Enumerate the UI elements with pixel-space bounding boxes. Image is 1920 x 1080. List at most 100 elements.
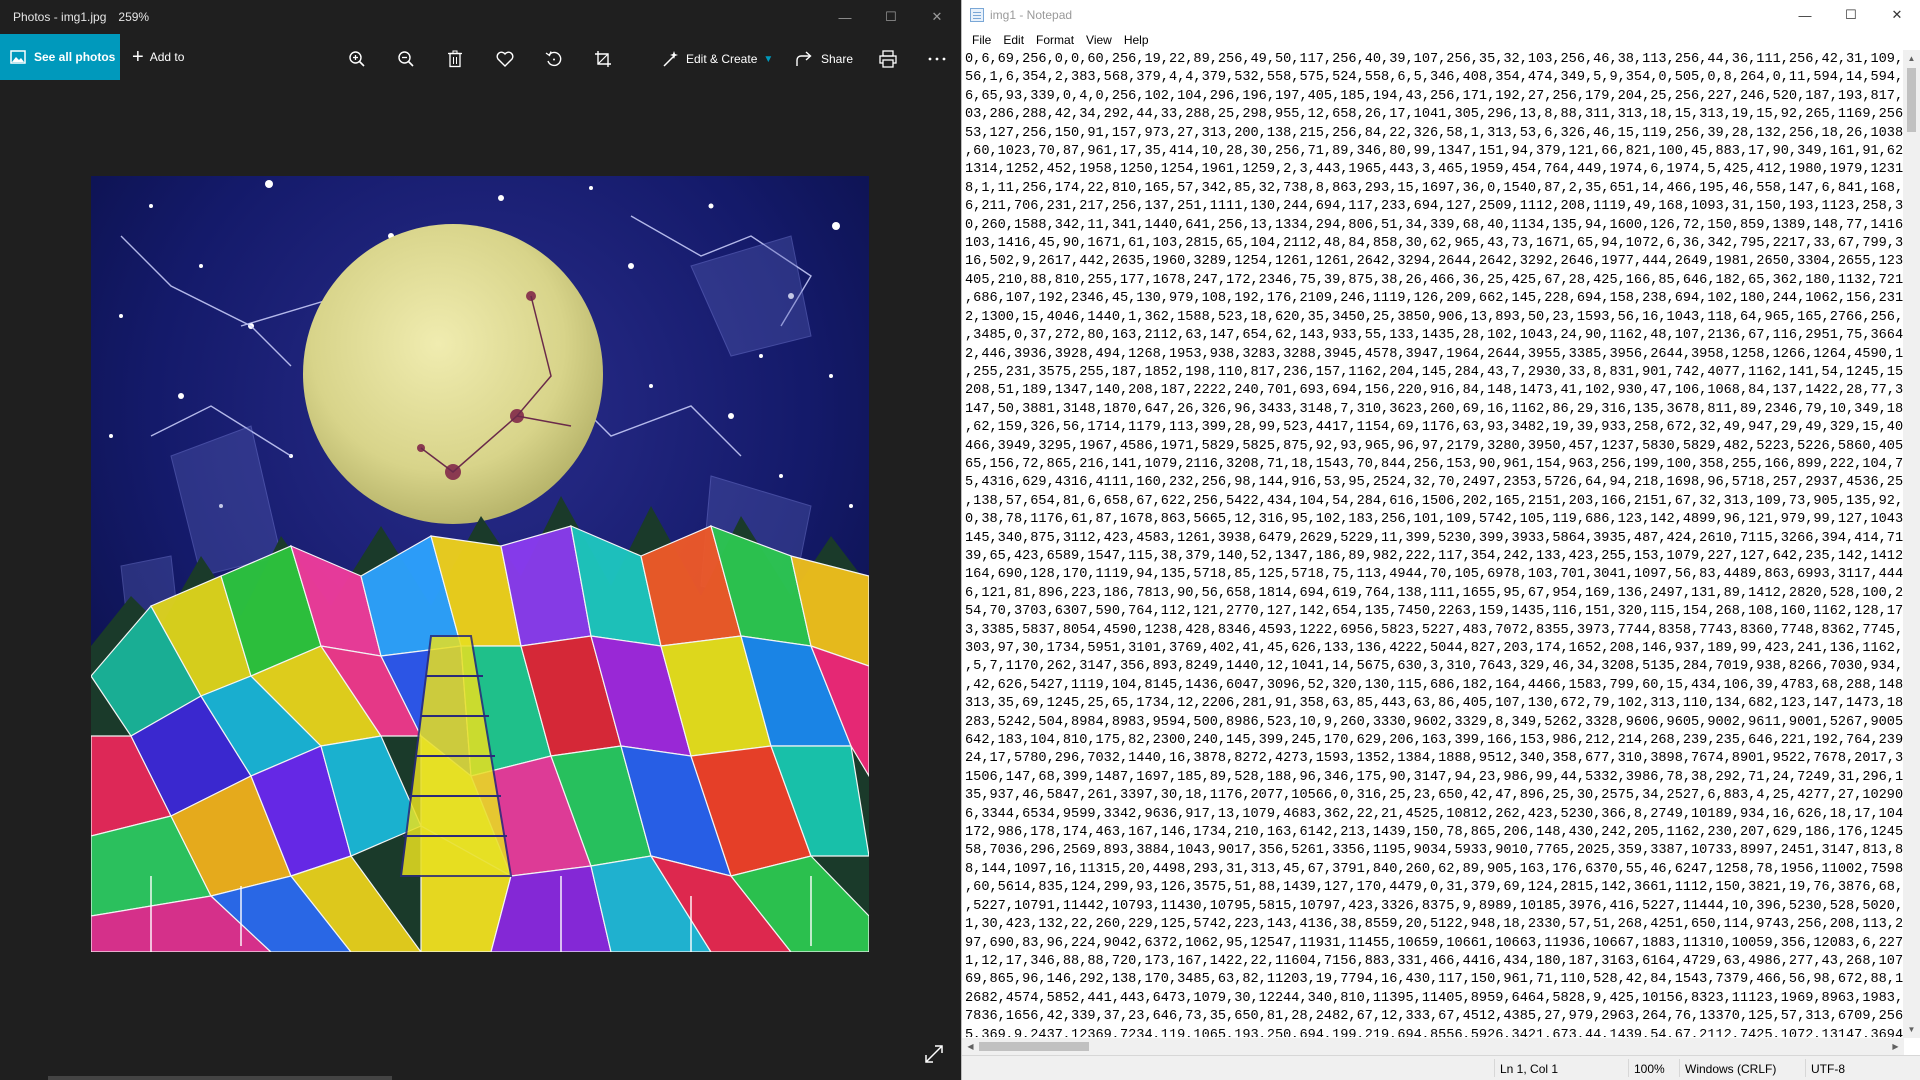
text-line: ,60,1023,70,87,961,17,35,414,10,28,30,25… (965, 144, 1903, 160)
text-line: ,5227,10791,11442,10793,11430,10795,5815… (965, 898, 1903, 914)
text-line: 147,50,3881,3148,1870,647,26,326,96,3433… (965, 401, 1903, 417)
share-label: Share (821, 52, 854, 66)
share-button[interactable]: Share (796, 46, 853, 72)
text-line: 1,30,423,132,22,260,229,125,5742,223,143… (965, 917, 1903, 933)
add-to-label: Add to (149, 50, 185, 64)
scroll-left-icon[interactable]: ◀ (962, 1038, 979, 1055)
text-line: 03,286,288,42,34,292,44,33,288,25,298,95… (965, 107, 1903, 123)
text-line: ,255,231,3575,255,187,1852,198,110,817,2… (965, 364, 1903, 380)
filmstrip-indicator (48, 1076, 392, 1080)
text-line: 283,5242,504,8984,8983,9594,500,8986,523… (965, 714, 1903, 730)
plus-icon: + (132, 45, 144, 68)
notepad-app-icon (970, 8, 984, 22)
horizontal-scroll-thumb[interactable] (979, 1042, 1089, 1051)
minimize-icon[interactable]: — (1782, 0, 1828, 30)
menu-format[interactable]: Format (1030, 33, 1080, 47)
text-line: 313,35,69,1245,25,65,1734,12,2206,281,91… (965, 696, 1903, 712)
edit-create-label: Edit & Create (686, 52, 758, 66)
scroll-down-icon[interactable]: ▼ (1903, 1021, 1920, 1038)
text-line: 16,502,9,2617,442,2635,1960,3289,1254,12… (965, 254, 1903, 270)
text-line: 39,65,423,6589,1547,115,38,379,140,52,13… (965, 548, 1903, 564)
text-line: 97,690,83,96,224,9042,6372,1062,95,12547… (965, 935, 1903, 951)
delete-icon[interactable] (442, 46, 468, 72)
text-line: 164,690,128,170,1119,94,135,5718,85,125,… (965, 567, 1903, 583)
cursor-position: Ln 1, Col 1 (1500, 1062, 1559, 1076)
menu-edit[interactable]: Edit (997, 33, 1030, 47)
text-line: 642,183,104,810,175,82,2300,240,145,399,… (965, 733, 1903, 749)
text-line: 303,97,30,1734,5951,3101,3769,402,41,45,… (965, 641, 1903, 656)
see-all-photos-label: See all photos (34, 50, 116, 64)
text-line: ,3485,0,37,272,80,163,2112,63,147,654,62… (965, 328, 1903, 344)
text-line: ,138,57,654,81,6,658,67,622,256,5422,434… (965, 493, 1903, 509)
text-line: 172,986,178,174,463,167,146,1734,210,163… (965, 825, 1903, 841)
text-line: 5,369,9,2437,12369,7234,119,1065,193,250… (965, 1027, 1903, 1037)
text-line: 0,38,78,1176,61,87,1678,863,5665,12,316,… (965, 512, 1903, 528)
text-line: 56,1,6,354,2,383,568,379,4,4,379,532,558… (965, 70, 1903, 86)
fullscreen-expand-icon[interactable] (922, 1042, 946, 1066)
zoom-out-icon[interactable] (393, 46, 419, 72)
menu-help[interactable]: Help (1118, 33, 1155, 47)
text-line: 5,4316,629,4316,4111,160,232,256,98,144,… (965, 475, 1903, 491)
text-line: 65,156,72,865,216,141,1079,2116,3208,71,… (965, 456, 1903, 472)
line-ending: Windows (CRLF) (1685, 1062, 1777, 1076)
text-line: 6,65,93,339,0,4,0,256,102,104,296,196,19… (965, 88, 1903, 104)
notepad-status-bar: Ln 1, Col 1 100% Windows (CRLF) UTF-8 (962, 1055, 1920, 1080)
text-line: 0,260,1588,342,11,341,1440,641,256,13,13… (965, 217, 1903, 233)
zoom-in-icon[interactable] (344, 46, 370, 72)
text-line: ,686,107,192,2346,45,130,979,108,192,176… (965, 291, 1903, 307)
text-line: 69,865,96,146,292,138,170,3485,63,82,112… (965, 972, 1903, 988)
add-to-button[interactable]: + Add to (132, 46, 184, 69)
rotate-icon[interactable] (541, 46, 567, 72)
text-line: 3,3385,5837,8054,4590,1238,428,8346,4593… (965, 622, 1903, 638)
text-line: 6,211,706,231,217,256,137,251,1111,130,2… (965, 199, 1903, 215)
text-line: 7836,1656,42,339,37,23,646,73,35,650,81,… (965, 1009, 1903, 1025)
night-sky-moon-mountains-image (91, 176, 869, 952)
text-line: ,5,7,1170,262,3147,356,893,8249,1440,12,… (965, 659, 1903, 675)
notepad-window-title: img1 - Notepad (990, 8, 1073, 22)
maximize-icon[interactable]: ☐ (868, 0, 914, 34)
text-line: 1314,1252,452,1958,1250,1254,1961,1259,2… (965, 162, 1903, 178)
close-icon[interactable]: ✕ (1874, 0, 1920, 30)
text-line: 6,3344,6534,9599,3342,9636,917,13,1079,4… (965, 806, 1903, 822)
share-icon (796, 51, 812, 66)
more-icon[interactable] (924, 46, 950, 72)
text-line: 1506,147,68,399,1487,1697,185,89,528,188… (965, 769, 1903, 785)
text-line: ,62,159,326,56,1714,1179,113,399,28,99,5… (965, 420, 1903, 436)
notepad-title-bar: img1 - Notepad — ☐ ✕ (962, 0, 1920, 30)
minimize-icon[interactable]: — (822, 0, 868, 34)
text-line: 145,340,875,3112,423,4583,1261,3938,6479… (965, 530, 1903, 546)
horizontal-scrollbar[interactable]: ◀ ▶ (962, 1038, 1904, 1055)
photo-canvas (91, 176, 869, 952)
menu-file[interactable]: File (966, 33, 997, 47)
crop-icon[interactable] (590, 46, 616, 72)
text-line: 0,6,69,256,0,0,60,256,19,22,89,256,49,50… (965, 52, 1903, 67)
text-line: 2,446,3936,3928,494,1268,1953,938,3283,3… (965, 346, 1903, 362)
text-line: ,60,5614,835,124,299,93,126,3575,51,88,1… (965, 880, 1903, 896)
edit-create-button[interactable]: Edit & Create ▼ (662, 46, 773, 72)
text-line: 405,210,88,810,255,177,1678,247,172,2346… (965, 272, 1903, 288)
text-line: 208,51,189,1347,140,208,187,2222,240,701… (965, 383, 1903, 399)
text-line: 1,12,17,346,88,88,720,173,167,1422,22,11… (965, 953, 1903, 969)
vertical-scroll-thumb[interactable] (1907, 68, 1916, 132)
scroll-up-icon[interactable]: ▲ (1903, 50, 1920, 67)
chevron-down-icon: ▼ (763, 53, 774, 65)
print-icon[interactable] (875, 46, 901, 72)
close-icon[interactable]: ✕ (914, 0, 960, 34)
text-line: 8,144,1097,16,11315,20,4498,293,31,313,4… (965, 861, 1903, 877)
text-line: 35,937,46,5847,261,3397,30,18,1176,2077,… (965, 788, 1903, 804)
menu-view[interactable]: View (1080, 33, 1118, 47)
photos-zoom-level: 259% (118, 10, 150, 24)
notepad-text-area[interactable]: 0,6,69,256,0,0,60,256,19,22,89,256,49,50… (965, 51, 1903, 1037)
text-line: 103,1416,45,90,1671,61,103,2815,65,104,2… (965, 236, 1903, 252)
notepad-window: img1 - Notepad — ☐ ✕ File Edit Format Vi… (961, 0, 1920, 1080)
notepad-menu-bar: File Edit Format View Help (962, 30, 1920, 50)
text-line: ,42,626,5427,1119,104,8145,1436,6047,309… (965, 677, 1903, 693)
vertical-scrollbar[interactable]: ▲ ▼ (1903, 50, 1920, 1038)
maximize-icon[interactable]: ☐ (1828, 0, 1874, 30)
text-line: 6,121,81,896,223,186,7813,90,56,658,1814… (965, 585, 1903, 601)
zoom-level: 100% (1634, 1062, 1665, 1076)
favorite-icon[interactable] (492, 46, 518, 72)
see-all-photos-button[interactable]: See all photos (0, 34, 120, 80)
photos-title-bar: Photos - img1.jpg 259% — ☐ ✕ (0, 0, 960, 34)
scroll-right-icon[interactable]: ▶ (1887, 1038, 1904, 1055)
